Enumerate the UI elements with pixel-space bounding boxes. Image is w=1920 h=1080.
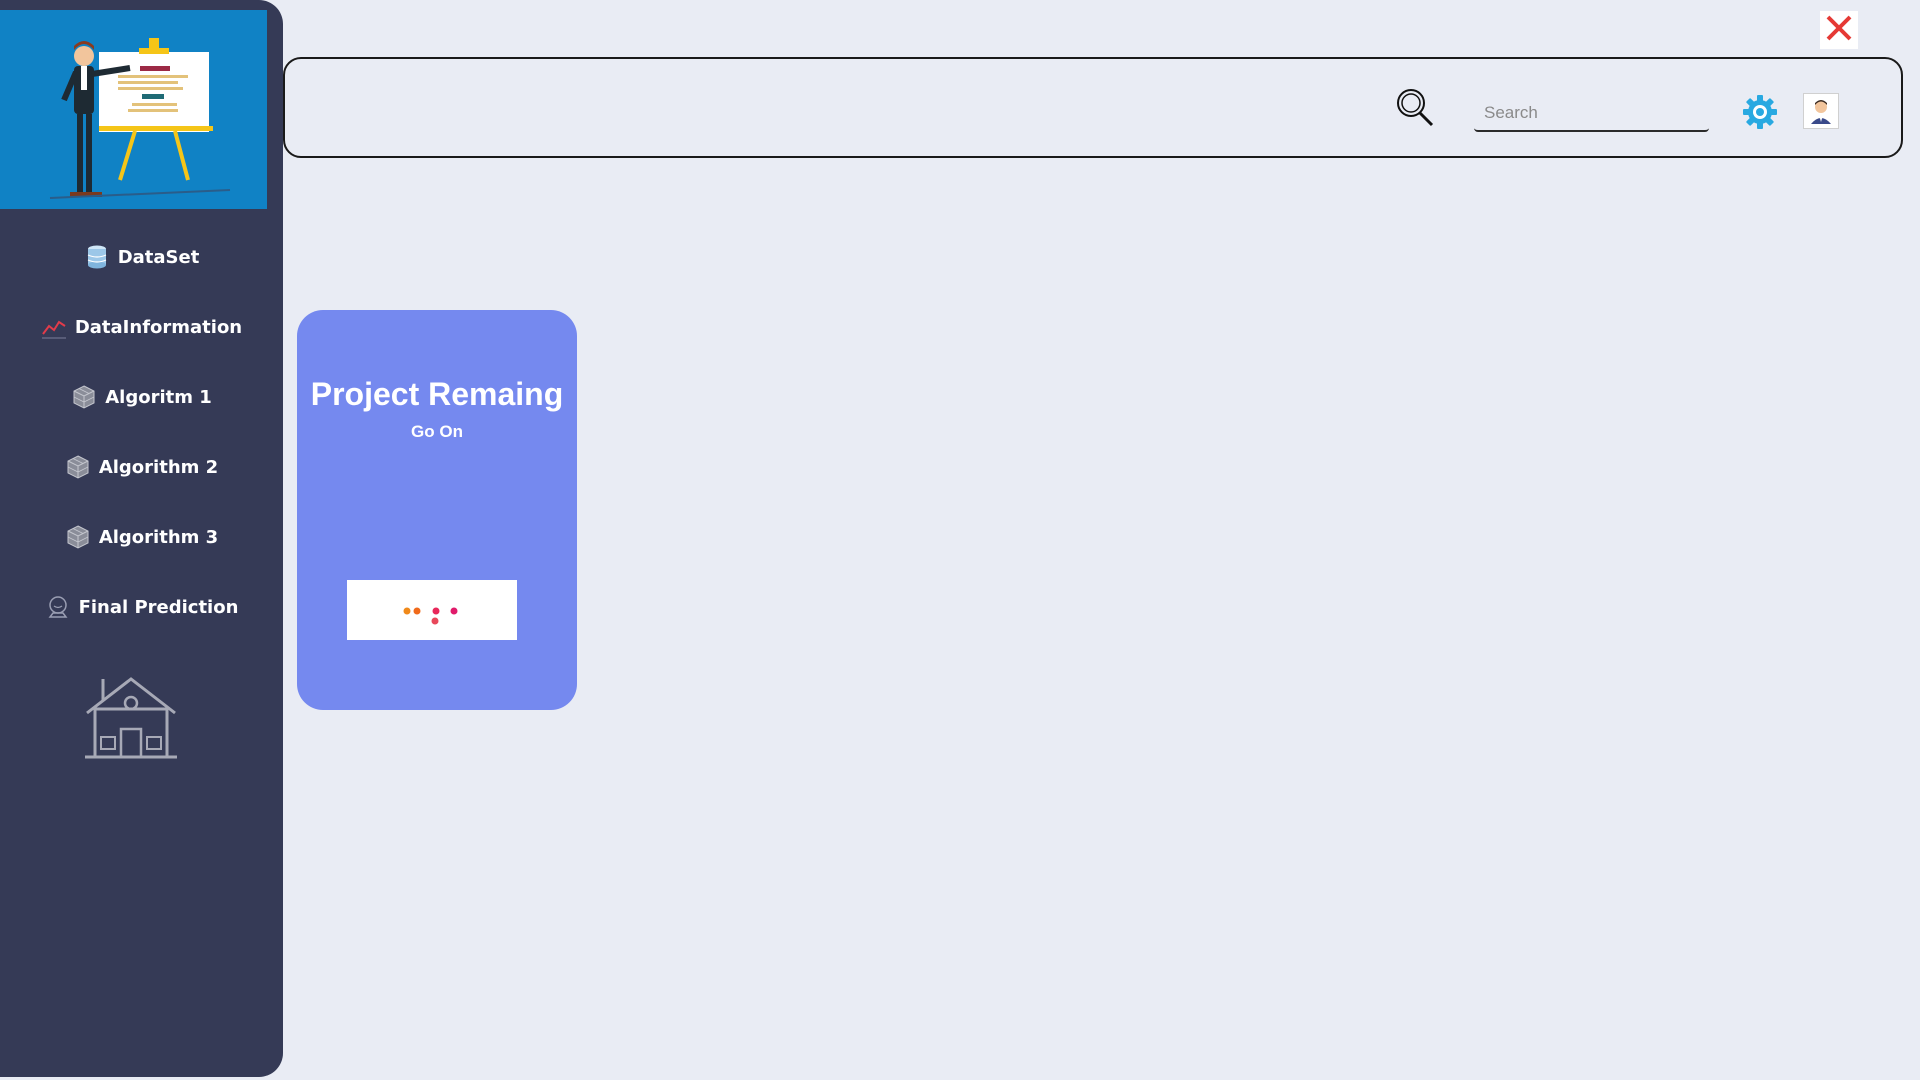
line-chart-icon: [41, 314, 67, 340]
loader-dot: [431, 617, 439, 625]
crystal-ball-icon: [45, 594, 71, 620]
sidebar-item-algorithm-2[interactable]: Algorithm 2: [0, 442, 283, 492]
cube-icon: [65, 454, 91, 480]
house-icon[interactable]: [83, 675, 179, 761]
sidebar-item-label: Algoritm 1: [105, 386, 212, 408]
avatar[interactable]: [1803, 93, 1839, 129]
sidebar-item-label: Algorithm 2: [98, 456, 219, 478]
loader-dot: [432, 607, 440, 615]
close-button[interactable]: [1820, 11, 1858, 49]
card-title: Project Remaing: [310, 376, 564, 412]
presenter-illustration: [0, 10, 267, 209]
sidebar-item-label: DataSet: [117, 246, 200, 268]
search-icon[interactable]: [1394, 86, 1436, 128]
sidebar-item-dataset[interactable]: DataSet: [0, 232, 283, 282]
sidebar-item-algoritm-1[interactable]: Algoritm 1: [0, 372, 283, 422]
app-window: DataSet DataInformation Algoritm 1 Algor…: [0, 0, 1920, 1080]
search-input[interactable]: [1474, 96, 1709, 132]
cube-icon: [65, 524, 91, 550]
database-icon: [84, 244, 110, 270]
loader-dot: [413, 607, 421, 615]
loader-dot: [403, 607, 411, 615]
sidebar-item-label: Final Prediction: [78, 596, 239, 618]
sidebar-item-final-prediction[interactable]: Final Prediction: [0, 582, 283, 632]
sidebar-item-label: DataInformation: [74, 316, 243, 338]
sidebar: DataSet DataInformation Algoritm 1 Algor…: [0, 0, 283, 1077]
project-remaining-card: Project Remaing Go On: [297, 310, 577, 710]
cube-icon: [71, 384, 97, 410]
sidebar-item-datainformation[interactable]: DataInformation: [0, 302, 283, 352]
card-subtitle: Go On: [411, 422, 463, 441]
gear-icon[interactable]: [1742, 94, 1778, 130]
sidebar-item-algorithm-3[interactable]: Algorithm 3: [0, 512, 283, 562]
loader-dot: [450, 607, 458, 615]
loading-indicator: [347, 580, 517, 640]
sidebar-item-label: Algorithm 3: [98, 526, 219, 548]
close-icon: [1824, 13, 1854, 48]
